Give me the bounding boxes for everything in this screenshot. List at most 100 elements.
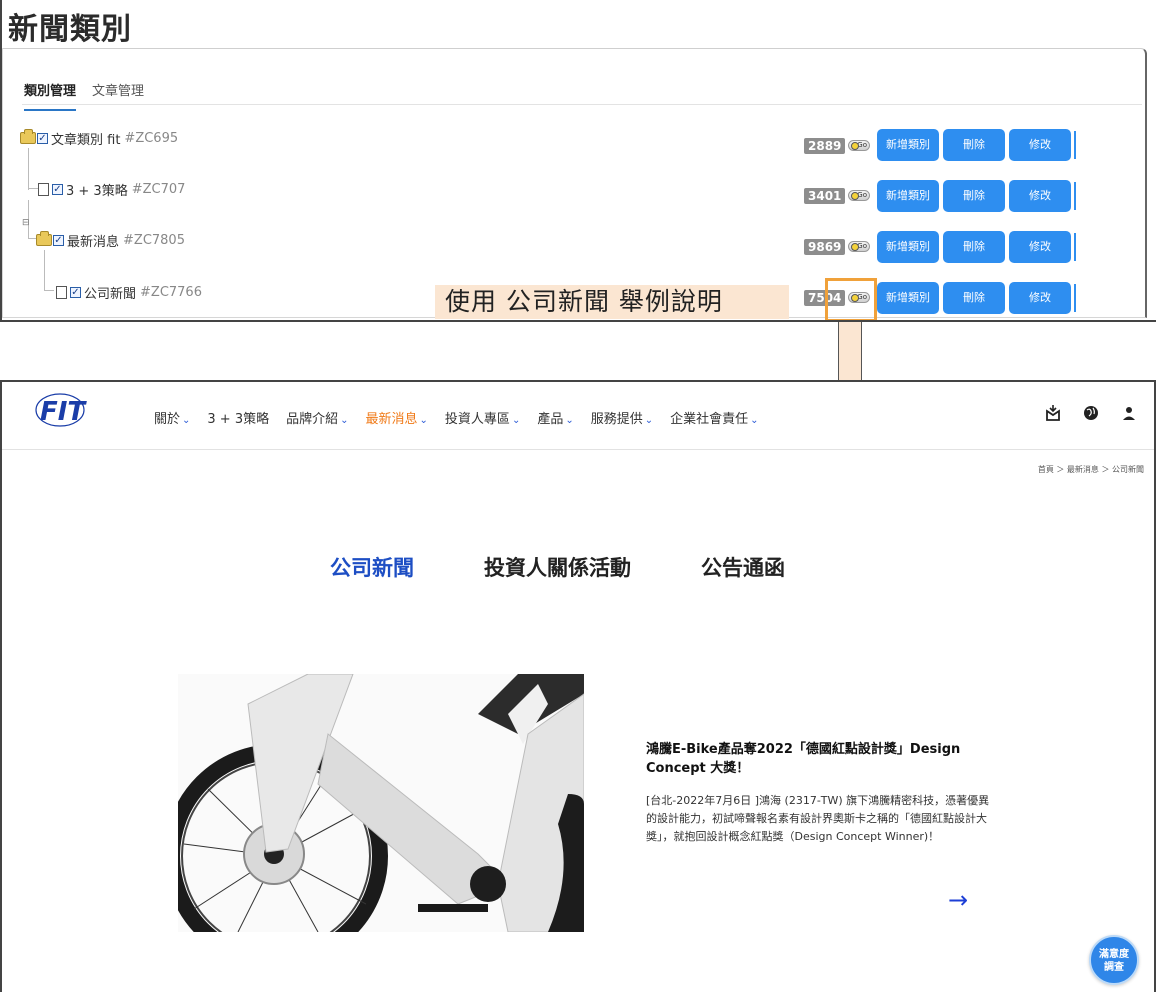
tree-line: [44, 250, 45, 290]
nav-label: 最新消息: [365, 412, 418, 427]
page-title: 新聞類別: [8, 12, 132, 47]
button-edge: [1074, 131, 1076, 159]
edit-button[interactable]: 修改: [1009, 231, 1071, 263]
delete-button[interactable]: 刪除: [943, 231, 1005, 263]
go-icon[interactable]: Go: [848, 140, 870, 151]
nav-icons: [1044, 404, 1138, 422]
nav-menu: 關於 ⌄ 3 + 3策略 品牌介紹 ⌄ 最新消息 ⌄ 投資人專區 ⌄ 產品 ⌄ 服務提供 ⌄…: [154, 408, 776, 427]
tab-company-news[interactable]: 公司新聞: [330, 552, 414, 582]
tree-item-code: #ZC7766: [140, 284, 202, 300]
tree-item-label: 文章類別 fit: [51, 132, 121, 148]
nav-label: 3 + 3策略: [207, 412, 270, 427]
tree-item[interactable]: ✓ 3 + 3策略 #ZC707: [38, 174, 185, 204]
tree-item-code: #ZC695: [124, 130, 179, 146]
chevron-down-icon: ⌄: [644, 415, 654, 426]
chevron-down-icon: ⌄: [340, 415, 349, 426]
checkbox[interactable]: ✓: [70, 286, 81, 298]
document-icon: [56, 285, 67, 299]
add-category-button[interactable]: 新增類別: [877, 180, 939, 212]
go-icon[interactable]: Go: [848, 241, 870, 252]
news-category-tabs: 公司新聞 投資人關係活動 公告通函: [330, 552, 855, 582]
count-badge: 9869: [804, 239, 846, 255]
news-image-bike[interactable]: [178, 674, 584, 932]
tab-category-manage[interactable]: 類別管理: [24, 80, 77, 111]
fit-logo[interactable]: FIT: [32, 392, 114, 428]
highlight-box: [825, 278, 877, 320]
edit-button[interactable]: 修改: [1009, 129, 1071, 161]
tree-item-label: 3 + 3策略: [66, 183, 128, 199]
chevron-down-icon: ⌄: [565, 415, 574, 426]
tree-line: [44, 290, 54, 291]
tabs-divider: [22, 104, 1142, 105]
nav-label: 服務提供: [590, 412, 643, 427]
tree-item[interactable]: ✓ 公司新聞 #ZC7766: [56, 277, 202, 307]
folder-icon: [36, 231, 52, 246]
add-category-button[interactable]: 新增類別: [877, 129, 939, 161]
edit-button[interactable]: 修改: [1009, 282, 1071, 314]
admin-panel: 新聞類別 類別管理 文章管理 ⊟ ✓ 文章類別 fit #ZC695 ✓ 3 +…: [0, 0, 1156, 322]
satisfaction-survey-button[interactable]: 滿意度 調查: [1089, 935, 1139, 985]
read-more-arrow-icon[interactable]: →: [948, 886, 968, 914]
nav-label: 關於: [154, 412, 181, 427]
button-edge: [1074, 233, 1076, 261]
button-edge: [1074, 284, 1076, 312]
website-preview: FIT 關於 ⌄ 3 + 3策略 品牌介紹 ⌄ 最新消息 ⌄ 投資人專區 ⌄ 產品 ⌄ 服…: [0, 380, 1156, 992]
tree-item-label: 公司新聞: [84, 286, 137, 302]
tab-investor-activities[interactable]: 投資人關係活動: [484, 552, 631, 582]
globe-icon[interactable]: [1082, 404, 1100, 422]
tab-article-manage[interactable]: 文章管理: [92, 80, 144, 111]
tree-line: [28, 188, 38, 189]
nav-item-csr[interactable]: 企業社會責任 ⌄: [670, 408, 758, 427]
button-edge: [1074, 182, 1076, 210]
tree-item[interactable]: ✓ 文章類別 fit #ZC695: [20, 123, 178, 153]
delete-button[interactable]: 刪除: [943, 180, 1005, 212]
count-badge: 2889: [804, 138, 846, 154]
mail-icon[interactable]: [1044, 404, 1062, 422]
survey-label-line2: 調查: [1104, 962, 1124, 973]
delete-button[interactable]: 刪除: [943, 129, 1005, 161]
tree-item-code: #ZC7805: [123, 232, 185, 248]
nav-item-about[interactable]: 關於 ⌄: [154, 408, 190, 427]
logo-text: FIT: [40, 397, 87, 427]
nav-item-investors[interactable]: 投資人專區 ⌄: [445, 408, 520, 427]
nav-label: 產品: [537, 412, 564, 427]
nav-item-news[interactable]: 最新消息 ⌄: [366, 408, 428, 427]
add-category-button[interactable]: 新增類別: [877, 231, 939, 263]
callout-label: 使用 公司新聞 舉例說明: [435, 285, 789, 319]
checkbox[interactable]: ✓: [53, 234, 64, 246]
document-icon: [38, 182, 49, 196]
nav-label: 投資人專區: [444, 412, 510, 427]
user-icon[interactable]: [1120, 404, 1138, 422]
nav-item-products[interactable]: 產品 ⌄: [537, 408, 573, 427]
tab-announcements[interactable]: 公告通函: [701, 552, 785, 582]
collapse-icon[interactable]: ⊟: [22, 218, 30, 228]
admin-tabs: 類別管理 文章管理: [24, 80, 160, 111]
survey-label-line1: 滿意度: [1099, 949, 1129, 960]
news-summary: [台北-2022年7月6日 ]鴻海 (2317-TW) 旗下鴻騰精密科技，憑著優…: [646, 794, 990, 843]
tree-line: [28, 148, 29, 190]
edit-button[interactable]: 修改: [1009, 180, 1071, 212]
tree-item[interactable]: ✓ 最新消息 #ZC7805: [36, 225, 185, 255]
tree-item-label: 最新消息: [67, 234, 120, 250]
delete-button[interactable]: 刪除: [943, 282, 1005, 314]
nav-item-services[interactable]: 服務提供 ⌄: [591, 408, 653, 427]
nav-item-strategy[interactable]: 3 + 3策略: [207, 408, 269, 427]
chevron-down-icon: ⌄: [511, 415, 521, 426]
checkbox[interactable]: ✓: [52, 183, 63, 195]
tree-item-code: #ZC707: [131, 181, 186, 197]
nav-label: 品牌介紹: [286, 412, 339, 427]
tree-line: [28, 238, 36, 239]
add-category-button[interactable]: 新增類別: [877, 282, 939, 314]
breadcrumb[interactable]: 首頁 ＞ 最新消息 ＞ 公司新聞: [1038, 464, 1144, 475]
chevron-down-icon: ⌄: [419, 415, 428, 426]
nav-label: 企業社會責任: [670, 412, 749, 427]
folder-icon: [20, 129, 36, 144]
chevron-down-icon: ⌄: [750, 415, 759, 426]
count-badge: 3401: [804, 188, 846, 204]
news-headline[interactable]: 鴻騰E-Bike產品奪2022「德國紅點設計獎」Design Concept 大…: [646, 740, 986, 778]
nav-item-brand[interactable]: 品牌介紹 ⌄: [286, 408, 348, 427]
checkbox[interactable]: ✓: [37, 132, 48, 144]
go-icon[interactable]: Go: [848, 190, 870, 201]
chevron-down-icon: ⌄: [182, 415, 191, 426]
site-navbar: FIT 關於 ⌄ 3 + 3策略 品牌介紹 ⌄ 最新消息 ⌄ 投資人專區 ⌄ 產品 ⌄ 服…: [2, 382, 1154, 450]
